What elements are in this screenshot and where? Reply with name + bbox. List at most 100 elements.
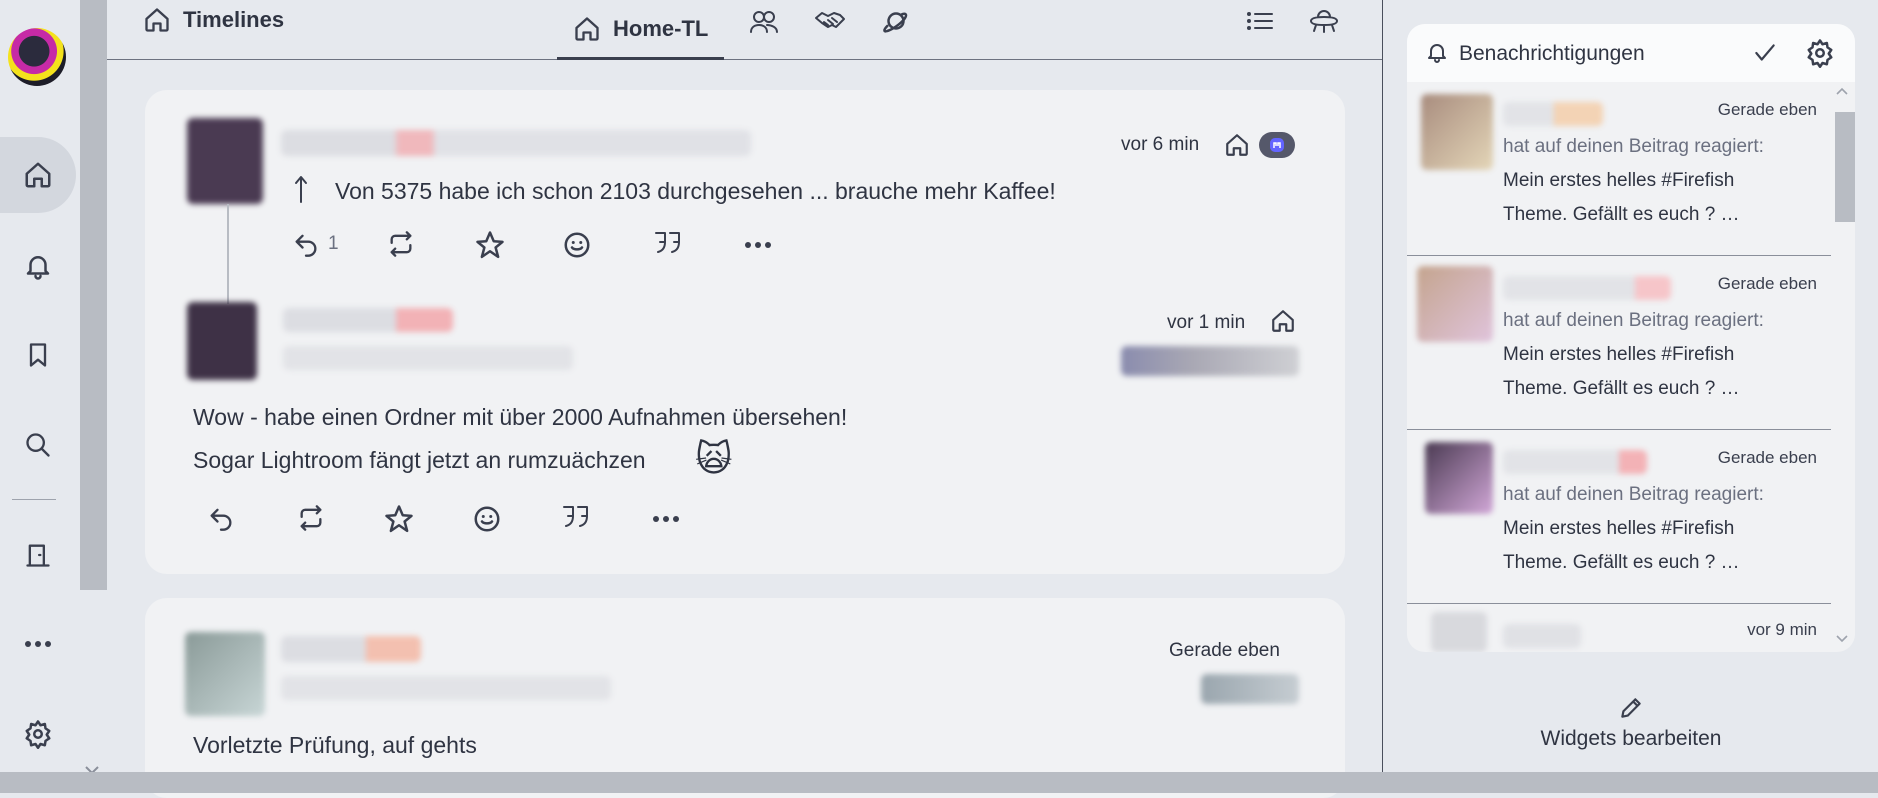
avatar[interactable]: [1421, 94, 1493, 170]
home-icon: [575, 16, 599, 41]
window-bottom-scrollbar[interactable]: [0, 772, 1878, 793]
nav-logout[interactable]: [0, 517, 76, 593]
thread-connector: [227, 204, 229, 304]
more-button[interactable]: [743, 240, 773, 250]
reply-button[interactable]: 1: [290, 230, 339, 258]
notification-note-line-2: Theme. Gefällt es euch ? …: [1503, 204, 1740, 225]
post-text-line-2: Sogar Lightroom fängt jetzt an rumzuächz…: [193, 447, 646, 473]
bell-icon: [1428, 44, 1446, 63]
author-handle-redacted[interactable]: [283, 346, 573, 370]
edit-widgets-label: Widgets bearbeiten: [1540, 727, 1722, 750]
star-icon: [476, 231, 504, 259]
post-card: vor 6 min Von 5375 habe ich schon 2103 d…: [145, 90, 1345, 574]
home-icon: [1226, 134, 1248, 156]
nav-more[interactable]: [0, 606, 76, 682]
author-name-redacted[interactable]: [283, 308, 453, 332]
nav-notifications[interactable]: [0, 228, 76, 304]
gear-icon: [25, 720, 51, 749]
quote-icon: [655, 232, 680, 253]
post-text-line-1: Wow - habe einen Ordner mit über 2000 Au…: [193, 404, 848, 430]
author-name-redacted[interactable]: [281, 130, 751, 156]
smile-icon: [474, 506, 500, 532]
page-title: Timelines: [143, 6, 284, 34]
favorite-button[interactable]: [383, 504, 415, 534]
notifications-widget: Benachrichtigungen Gerade eben hat auf d…: [1407, 24, 1855, 652]
star-icon: [385, 505, 413, 533]
notification-time: Gerade eben: [1717, 274, 1817, 293]
left-scrollbar[interactable]: [80, 0, 107, 590]
edit-widgets-button[interactable]: Widgets bearbeiten: [1383, 695, 1878, 751]
react-button[interactable]: [472, 504, 502, 534]
widgets-panel: Benachrichtigungen Gerade eben hat auf d…: [1382, 0, 1878, 793]
search-icon: [26, 433, 50, 457]
reply-icon: [210, 508, 232, 531]
tab-local[interactable]: [747, 4, 781, 38]
avatar[interactable]: [185, 632, 265, 716]
timeline-header: Timelines Home-TL: [107, 0, 1382, 60]
avatar[interactable]: [1417, 266, 1493, 342]
avatar[interactable]: [187, 302, 257, 380]
notification-action: hat auf deinen Beitrag reagiert:: [1503, 310, 1764, 331]
nav-search[interactable]: [0, 407, 76, 483]
nav-divider: [12, 499, 56, 500]
notification-item[interactable]: Gerade eben hat auf deinen Beitrag reagi…: [1407, 430, 1831, 604]
reply-button[interactable]: [205, 504, 237, 532]
tab-global[interactable]: [879, 4, 913, 38]
author-name-redacted[interactable]: [281, 636, 421, 662]
favorite-button[interactable]: [474, 230, 506, 260]
avatar[interactable]: [187, 118, 263, 204]
notification-item[interactable]: vor 9 min: [1407, 604, 1831, 652]
author-name-redacted[interactable]: [1503, 624, 1581, 648]
tab-home-tl[interactable]: Home-TL: [557, 0, 725, 60]
list-icon: [1247, 12, 1273, 30]
nav-settings[interactable]: [0, 696, 76, 772]
avatar[interactable]: [1431, 612, 1487, 652]
nav-bookmarks[interactable]: [0, 317, 76, 393]
post-text: Vorletzte Prüfung, auf gehts: [193, 732, 477, 758]
author-name-redacted[interactable]: [1503, 102, 1603, 126]
quote-icon: [563, 506, 588, 527]
repeat-icon: [300, 505, 322, 531]
post-time[interactable]: vor 6 min: [1121, 134, 1199, 156]
notification-note-line-2: Theme. Gefällt es euch ? …: [1503, 552, 1740, 573]
post-time[interactable]: vor 1 min: [1167, 312, 1245, 334]
quote-button[interactable]: [561, 504, 591, 530]
post-time[interactable]: Gerade eben: [1169, 640, 1280, 662]
quote-button[interactable]: [653, 230, 683, 256]
scrollbar-thumb[interactable]: [1835, 112, 1855, 222]
more-button[interactable]: [651, 514, 681, 524]
bookmark-icon: [29, 343, 47, 367]
reply-count: 1: [328, 233, 339, 254]
renote-button[interactable]: [295, 504, 327, 532]
mastodon-icon: [1270, 138, 1284, 152]
user-avatar[interactable]: [8, 28, 66, 86]
chevron-down-icon[interactable]: [1835, 634, 1849, 644]
nav-home[interactable]: [0, 137, 76, 213]
author-name-redacted[interactable]: [1503, 450, 1647, 474]
notification-note-line-1: Mein erstes helles #Firefish: [1503, 170, 1735, 191]
more-dots-icon: [745, 242, 771, 248]
gear-icon[interactable]: [1805, 38, 1835, 68]
notification-action: hat auf deinen Beitrag reagiert:: [1503, 484, 1764, 505]
chevron-up-icon[interactable]: [1835, 86, 1849, 96]
antenna-button[interactable]: [1307, 4, 1341, 38]
notification-note-line-1: Mein erstes helles #Firefish: [1503, 344, 1735, 365]
tab-social[interactable]: [813, 4, 847, 38]
notification-time: Gerade eben: [1717, 100, 1817, 119]
post-card: Gerade eben Vorletzte Prüfung, auf gehts: [145, 598, 1345, 798]
author-name-redacted[interactable]: [1503, 276, 1671, 300]
notification-time: Gerade eben: [1717, 448, 1817, 467]
users-icon: [750, 11, 778, 33]
notification-item[interactable]: Gerade eben hat auf deinen Beitrag reagi…: [1407, 256, 1831, 430]
check-icon[interactable]: [1751, 40, 1779, 66]
author-handle-redacted[interactable]: [281, 676, 611, 700]
left-sidebar: [0, 0, 80, 793]
renote-button[interactable]: [385, 230, 417, 258]
avatar[interactable]: [1425, 442, 1493, 514]
notifications-scrollbar[interactable]: [1833, 86, 1855, 646]
list-view-button[interactable]: [1243, 4, 1277, 38]
smile-icon: [564, 232, 590, 258]
notification-item[interactable]: Gerade eben hat auf deinen Beitrag reagi…: [1407, 82, 1831, 256]
home-icon: [1272, 310, 1294, 332]
react-button[interactable]: [562, 230, 592, 260]
